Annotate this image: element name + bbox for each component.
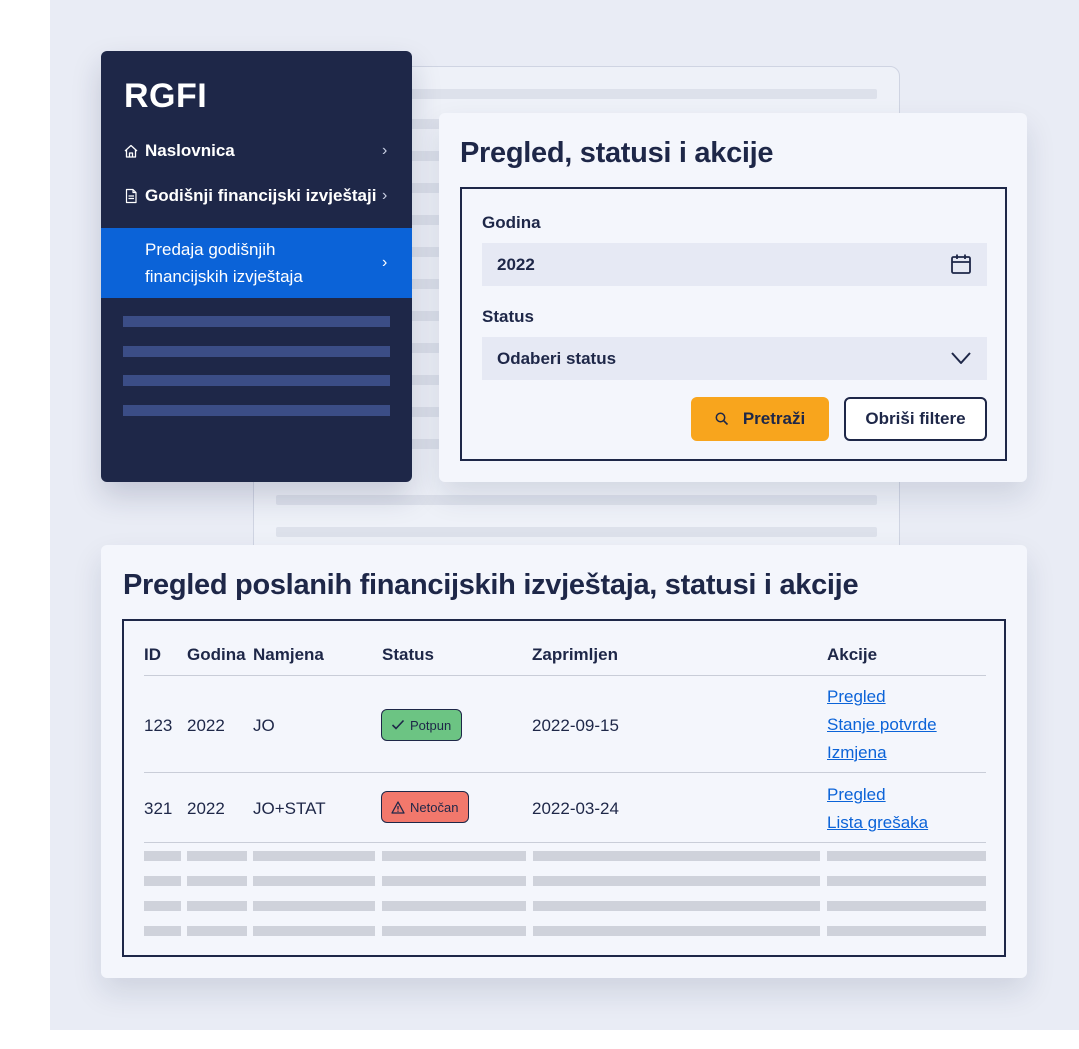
warning-icon [391,800,405,814]
sidebar: RGFI Naslovnica › Godišnji financijski i… [101,51,412,482]
cell-id: 123 [144,716,173,735]
reports-card-title: Pregled poslanih financijskih izvještaja… [123,569,859,601]
confirmation-status-link[interactable]: Stanje potvrde [827,715,937,735]
year-field[interactable]: 2022 [482,243,987,286]
search-icon [715,412,728,426]
status-badge: Netočan [381,791,470,823]
row-divider [144,675,986,676]
reports-table: ID Godina Namjena Status Zaprimljen Akci… [122,619,1006,957]
cell-year: 2022 [187,799,225,818]
sidebar-item-submit-reports[interactable]: Predaja godišnjih financijskih izvještaj… [101,228,412,298]
cell-received: 2022-09-15 [532,716,619,735]
status-badge-label: Potpun [410,717,452,733]
sidebar-item-label: Godišnji financijski izvještaji [145,186,377,205]
search-button[interactable]: Pretraži [691,397,829,441]
cell-id: 321 [144,799,173,818]
status-badge: Potpun [381,709,463,741]
status-label: Status [482,307,534,326]
column-header-received: Zaprimljen [532,645,618,664]
clear-filters-button[interactable]: Obriši filtere [844,397,987,441]
column-header-purpose: Namjena [253,645,324,664]
sidebar-item-home[interactable]: Naslovnica › [101,139,412,163]
view-link[interactable]: Pregled [827,785,886,805]
status-select[interactable]: Odaberi status [482,337,987,380]
cell-purpose: JO [253,716,275,735]
sidebar-placeholder-line [123,405,390,416]
document-icon [123,188,141,204]
column-header-year: Godina [187,645,246,664]
chevron-right-icon: › [382,187,388,204]
edit-link[interactable]: Izmjena [827,743,887,763]
column-header-status: Status [382,645,434,664]
sidebar-item-annual-reports[interactable]: Godišnji financijski izvještaji › [101,184,412,208]
sidebar-item-label: Naslovnica [145,141,235,160]
status-badge-label: Netočan [410,799,459,815]
sidebar-placeholder-line [123,346,390,357]
home-icon [123,143,141,159]
error-list-link[interactable]: Lista grešaka [827,813,928,833]
calendar-icon[interactable] [949,252,973,276]
chevron-right-icon: › [382,142,388,159]
row-divider [144,842,986,843]
filter-form: Godina 2022 Status Odaberi status Pretra… [460,187,1007,461]
cell-received: 2022-03-24 [532,799,619,818]
row-divider [144,772,986,773]
status-select-value: Odaberi status [497,348,617,368]
year-label: Godina [482,213,541,232]
filter-card: Pregled, statusi i akcije Godina 2022 St… [439,113,1027,482]
check-icon [391,719,405,730]
chevron-down-icon [949,346,973,370]
reports-card: Pregled poslanih financijskih izvještaja… [101,545,1027,978]
sidebar-item-label: Predaja godišnjih financijskih izvještaj… [145,240,303,286]
search-button-label: Pretraži [742,409,806,428]
sidebar-placeholder-line [123,316,390,327]
column-header-id: ID [144,645,161,664]
year-value: 2022 [497,254,535,274]
cell-purpose: JO+STAT [253,799,326,818]
brand-logo: RGFI [124,77,208,115]
sidebar-placeholder-line [123,375,390,386]
cell-year: 2022 [187,716,225,735]
clear-filters-label: Obriši filtere [865,409,966,428]
chevron-right-icon: › [382,254,388,271]
column-header-actions: Akcije [827,645,878,664]
view-link[interactable]: Pregled [827,687,886,707]
filter-card-title: Pregled, statusi i akcije [460,137,774,169]
